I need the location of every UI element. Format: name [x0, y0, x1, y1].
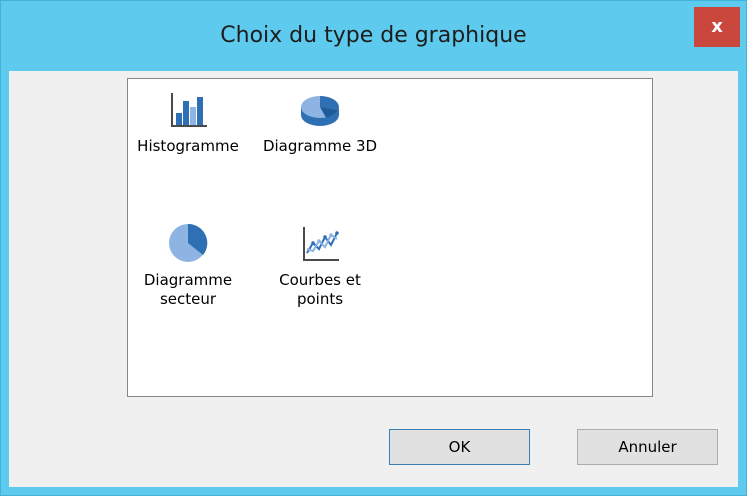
chart-type-dialog: Choix du type de graphique x Histogramme: [0, 0, 747, 496]
title-bar[interactable]: Choix du type de graphique x: [1, 1, 746, 71]
chart-type-item-courbes-et-points[interactable]: Courbes et points: [260, 221, 380, 309]
dialog-title: Choix du type de graphique: [220, 23, 527, 48]
dialog-body: Histogramme Diagramme 3D Diagramme secte…: [9, 71, 738, 487]
chart-type-item-diagramme-3d[interactable]: Diagramme 3D: [260, 87, 380, 156]
bar-chart-icon: [171, 93, 207, 127]
chart-type-item-diagramme-secteur[interactable]: Diagramme secteur: [128, 221, 248, 309]
close-button[interactable]: x: [694, 7, 740, 47]
chart-type-label: Courbes et points: [279, 271, 361, 308]
ok-button[interactable]: OK: [389, 429, 530, 465]
cancel-button[interactable]: Annuler: [577, 429, 718, 465]
chart-type-label: Diagramme secteur: [143, 271, 233, 308]
pie-chart-icon: [169, 223, 208, 262]
chart-type-item-histogramme[interactable]: Histogramme: [128, 87, 248, 156]
line-chart-icon: [303, 227, 339, 261]
chart-type-label: Diagramme 3D: [262, 137, 378, 155]
chart-type-list[interactable]: Histogramme Diagramme 3D Diagramme secte…: [127, 78, 653, 397]
chart-type-label: Histogramme: [137, 137, 239, 155]
pie-3d-icon: [301, 96, 339, 126]
close-icon: x: [711, 16, 723, 37]
